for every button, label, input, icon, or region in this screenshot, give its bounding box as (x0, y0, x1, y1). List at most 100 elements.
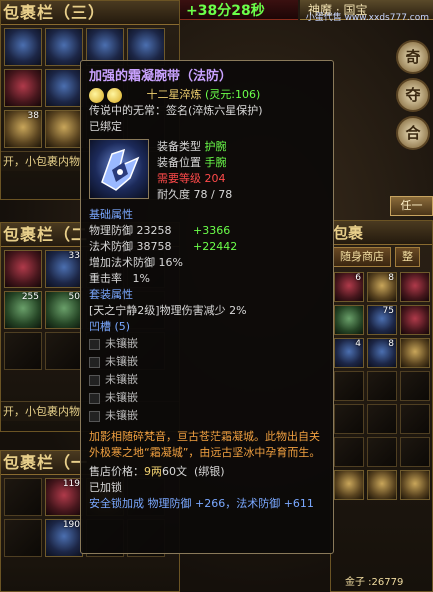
soul-value: (灵元:106) (205, 88, 261, 101)
inventory-slot[interactable] (45, 28, 83, 66)
level-label: 需要等级 (157, 172, 201, 185)
bag-slot[interactable] (367, 404, 397, 434)
bag-slot[interactable] (400, 404, 430, 434)
empty-socket-icon (89, 392, 100, 404)
mag-def-value: 38758 (136, 240, 172, 253)
bag-slot[interactable]: 6 (334, 272, 364, 302)
inventory-slot[interactable] (4, 28, 42, 66)
inventory-slot[interactable] (45, 332, 83, 370)
phys-def-value: 23258 (136, 224, 172, 237)
bag-slot[interactable] (400, 371, 430, 401)
stack-count: 8 (388, 273, 394, 283)
item-info-block: 装备类型 护腕 装备位置 手腕 需要等级 204 耐久度 78 / 78 (89, 139, 325, 203)
bag-slot[interactable] (334, 437, 364, 467)
smiley-icon (107, 87, 122, 103)
safety-bonus: 安全锁加成 物理防御 +266，法术防御 +611 (89, 497, 314, 510)
item-lore: 加影相随碎梵音，亘古苍茫霜凝城。此物出自关外极寒之地“霜凝城”，由远古坚冰中孕育… (89, 430, 321, 459)
bag-slot[interactable]: 8 (367, 338, 397, 368)
side-button[interactable]: 奇 (396, 40, 430, 74)
inventory-slot[interactable] (45, 69, 83, 107)
socket-status: 未镶嵌 (105, 409, 138, 422)
inventory-slot[interactable]: 38 (4, 110, 42, 148)
inventory-slot[interactable] (4, 250, 42, 288)
inventory-slot[interactable]: 119 (45, 478, 83, 516)
bag-slot[interactable] (334, 305, 364, 335)
quest-button[interactable]: 任一 (390, 196, 433, 216)
tab-sort[interactable]: 整 (395, 247, 420, 267)
bound-status: 已绑定 (89, 120, 122, 133)
inventory-slot[interactable]: 50 (45, 291, 83, 329)
socket-row: 未镶嵌 (89, 371, 325, 389)
inventory-slot[interactable] (4, 519, 42, 557)
inventory-slot[interactable] (4, 69, 42, 107)
inventory-slot[interactable] (45, 110, 83, 148)
phys-def-row: 物理防御 23258 +3366 (89, 223, 325, 239)
price-label: 售店价格： (89, 465, 144, 478)
bag-slot[interactable]: 8 (367, 272, 397, 302)
side-button[interactable]: 夺 (396, 78, 430, 112)
stack-count: 50 (68, 292, 80, 302)
game-screen: × +38分28秒 神魔 · 国宝 小蛋代售 www.xxds777.com 包… (0, 0, 433, 592)
inventory-slot[interactable] (4, 478, 42, 516)
bag-slot[interactable] (334, 470, 364, 500)
inventory-slot[interactable] (4, 332, 42, 370)
empty-socket-icon (89, 374, 100, 386)
price-note: (绑银) (194, 465, 225, 478)
refine-faces (89, 87, 125, 103)
bag-slot[interactable] (400, 470, 430, 500)
empty-socket-icon (89, 356, 100, 368)
bag-slot[interactable] (400, 272, 430, 302)
empty-socket-icon (89, 338, 100, 350)
lock-status: 已加锁 (89, 481, 122, 494)
price-silver: 60 (162, 465, 176, 478)
stack-count: 119 (62, 479, 80, 489)
stack-count: 255 (21, 292, 39, 302)
type-value: 护腕 (204, 140, 227, 153)
bracer-icon (89, 139, 149, 199)
bag-slot[interactable] (334, 371, 364, 401)
smiley-icon (89, 87, 104, 103)
side-button[interactable]: 合 (396, 116, 430, 150)
price-silver-unit: 文 (176, 465, 187, 478)
mag-def-bonus: +22442 (193, 240, 238, 253)
stack-count: 38 (27, 111, 39, 121)
tab-shop[interactable]: 随身商店 (333, 247, 391, 267)
set-attribute: [天之宁静2级]物理伤害减少 2% (89, 304, 247, 317)
timer-text: +38分28秒 (186, 3, 265, 19)
durability-label: 耐久度 (157, 188, 190, 201)
item-description: 传说中的无常：签名(淬炼六星保护) (89, 104, 263, 117)
star-level: 十二星淬炼 (146, 88, 202, 101)
price-row: 售店价格：9两60文 (绑银) (89, 464, 325, 480)
level-value: 204 (204, 172, 226, 185)
inventory-slot[interactable]: 255 (4, 291, 42, 329)
socket-status: 未镶嵌 (105, 391, 138, 404)
bag-slot[interactable] (400, 338, 430, 368)
stack-count: 6 (355, 273, 361, 283)
socket-row: 未镶嵌 (89, 389, 325, 407)
empty-socket-icon (89, 410, 100, 422)
inventory-slot[interactable]: 33 (45, 250, 83, 288)
bag-tabs: 随身商店 整 (331, 245, 432, 269)
item-title: 加强的霜凝腕带（法防） (89, 69, 233, 84)
bag-slot[interactable]: 75 (367, 305, 397, 335)
bag-grid: 6 8 75 4 8 (331, 269, 432, 503)
crit-value: 1% (132, 272, 150, 285)
bag-slot[interactable] (367, 371, 397, 401)
star-row: 十二星淬炼 (灵元:106) (89, 87, 325, 103)
bag-slot[interactable]: 4 (334, 338, 364, 368)
crit-row: 重击率 1% (89, 271, 325, 287)
crit-label: 重击率 (89, 272, 122, 285)
inventory-slot[interactable]: 190 (45, 519, 83, 557)
bag-slot[interactable] (334, 404, 364, 434)
durability-value: 78 / 78 (193, 188, 233, 201)
watermark-text: 小蛋代售 www.xxds777.com (305, 13, 429, 23)
bag-slot[interactable] (367, 437, 397, 467)
phys-def-label: 物理防御 (89, 224, 133, 237)
bag-slot[interactable] (400, 305, 430, 335)
right-bag-panel: 包裹 随身商店 整 6 8 75 4 8 (330, 220, 433, 592)
bag-slot[interactable] (367, 470, 397, 500)
stack-count: 190 (62, 520, 80, 530)
item-tooltip: 加强的霜凝腕带（法防） 十二星淬炼 (灵元:106) 传说中的无常：签名(淬炼六… (80, 60, 334, 554)
bag-slot[interactable] (400, 437, 430, 467)
set-attributes-header: 套装属性 (89, 288, 133, 301)
